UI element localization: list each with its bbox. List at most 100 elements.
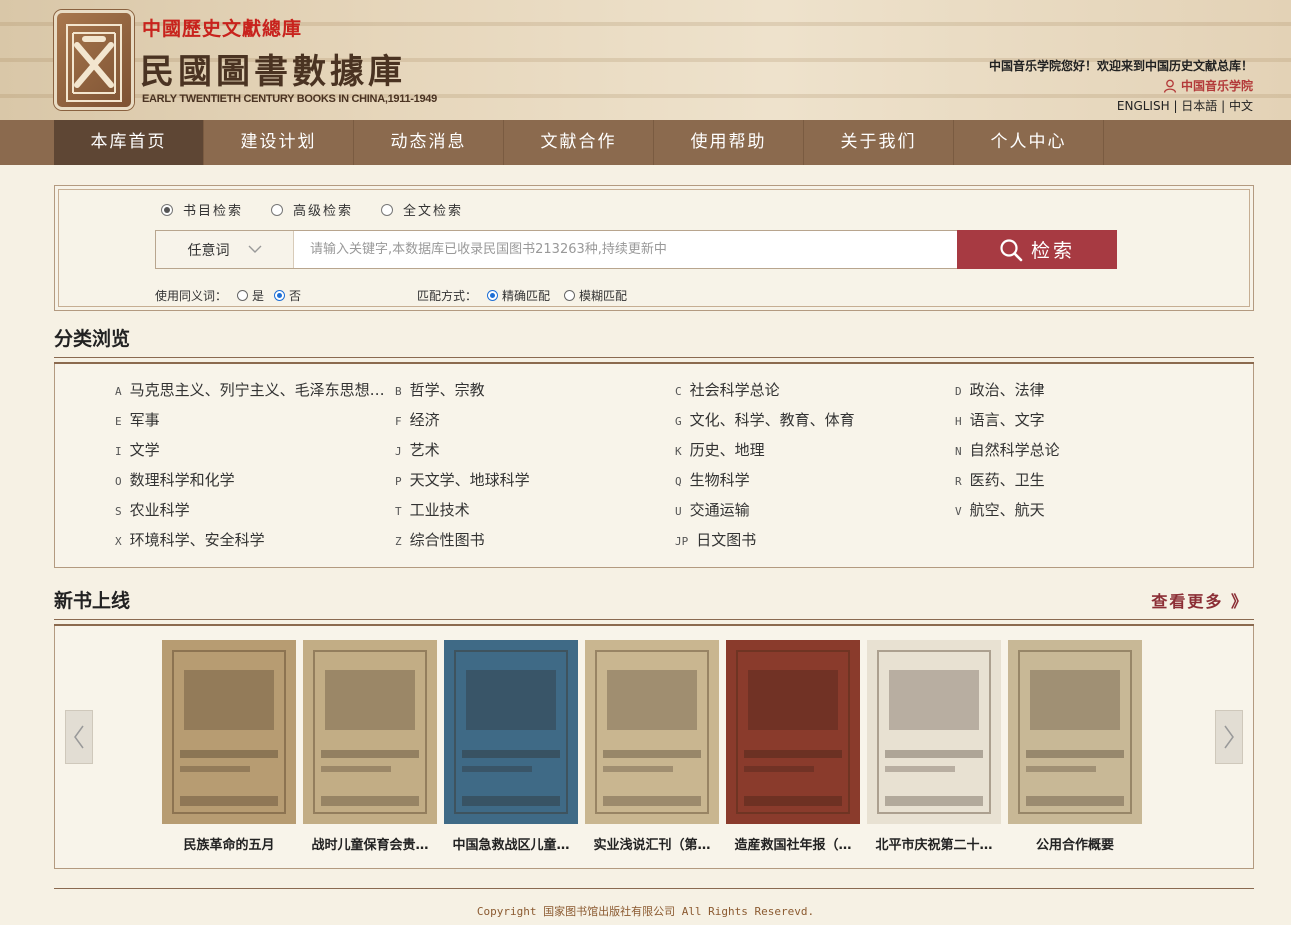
book-title[interactable]: 中国急救战区儿童… <box>444 834 578 853</box>
category-code: U <box>675 505 682 518</box>
category-item[interactable]: O 数理科学和化学 <box>115 469 385 499</box>
category-item[interactable]: I 文学 <box>115 439 385 469</box>
category-section-title: 分类浏览 <box>54 328 131 350</box>
nav-help[interactable]: 使用帮助 <box>654 120 804 165</box>
category-code: S <box>115 505 122 518</box>
mode-fulltext-radio[interactable]: 全文检索 <box>381 200 463 219</box>
category-label: 艺术 <box>409 441 440 459</box>
book-card[interactable]: 中国急救战区儿童… <box>444 640 578 853</box>
book-title[interactable]: 民族革命的五月 <box>162 834 296 853</box>
user-link[interactable]: 中国音乐学院 <box>1163 77 1253 94</box>
category-code: C <box>675 385 682 398</box>
match-label: 匹配方式： <box>417 289 478 303</box>
category-item[interactable]: J 艺术 <box>395 439 665 469</box>
category-item[interactable]: Z 综合性图书 <box>395 529 665 559</box>
category-code: P <box>395 475 402 488</box>
site-subtitle-en: EARLY TWENTIETH CENTURY BOOKS IN CHINA,1… <box>142 93 437 105</box>
category-item[interactable]: C 社会科学总论 <box>675 379 945 409</box>
book-card[interactable]: 民族革命的五月 <box>162 640 296 853</box>
search-input[interactable] <box>294 231 957 268</box>
carousel-prev-button[interactable] <box>65 710 93 764</box>
view-more-link[interactable]: 查看更多 》 <box>1151 588 1249 612</box>
chevron-left-icon <box>74 725 84 749</box>
category-label: 经济 <box>409 411 440 429</box>
category-item[interactable]: G 文化、科学、教育、体育 <box>675 409 945 439</box>
book-card[interactable]: 实业浅说汇刊（第… <box>585 640 719 853</box>
book-title[interactable]: 北平市庆祝第二十… <box>867 834 1001 853</box>
category-code: V <box>955 505 962 518</box>
category-code: F <box>395 415 402 428</box>
category-item[interactable]: Q 生物科学 <box>675 469 945 499</box>
category-code: X <box>115 535 122 548</box>
book-card[interactable]: 北平市庆祝第二十… <box>867 640 1001 853</box>
site-logo[interactable] <box>54 10 134 110</box>
book-cover-image[interactable] <box>162 640 296 824</box>
category-code: G <box>675 415 682 428</box>
book-title[interactable]: 实业浅说汇刊（第… <box>585 834 719 853</box>
book-card[interactable]: 公用合作概要 <box>1008 640 1142 853</box>
category-label: 历史、地理 <box>689 441 765 459</box>
category-item[interactable]: N 自然科学总论 <box>955 439 1225 469</box>
search-scope-dropdown[interactable]: 任意词 <box>156 231 294 268</box>
nav-about[interactable]: 关于我们 <box>804 120 954 165</box>
category-item[interactable]: S 农业科学 <box>115 499 385 529</box>
lang-english-link[interactable]: ENGLISH <box>1117 99 1170 113</box>
category-label: 哲学、宗教 <box>409 381 485 399</box>
search-bar: 任意词 检索 <box>155 230 1117 269</box>
category-label: 政治、法律 <box>969 381 1045 399</box>
category-item[interactable]: E 军事 <box>115 409 385 439</box>
category-item[interactable]: B 哲学、宗教 <box>395 379 665 409</box>
mode-advanced-radio[interactable]: 高级检索 <box>271 200 353 219</box>
search-icon <box>1000 238 1023 261</box>
search-button[interactable]: 检索 <box>957 230 1117 269</box>
category-code: JP <box>675 535 689 548</box>
category-item[interactable]: U 交通运输 <box>675 499 945 529</box>
main-nav: 本库首页 建设计划 动态消息 文献合作 使用帮助 关于我们 个人中心 <box>0 120 1291 165</box>
carousel-next-button[interactable] <box>1215 710 1243 764</box>
category-item[interactable]: D 政治、法律 <box>955 379 1225 409</box>
book-cover-image[interactable] <box>303 640 437 824</box>
nav-home[interactable]: 本库首页 <box>54 120 204 165</box>
book-card[interactable]: 造産救国社年报（… <box>726 640 860 853</box>
category-label: 数理科学和化学 <box>129 471 235 489</box>
user-name: 中国音乐学院 <box>1180 79 1253 93</box>
synonym-no-radio[interactable] <box>274 290 286 301</box>
category-item[interactable]: A 马克思主义、列宁主义、毛泽东思想… <box>115 379 385 409</box>
lang-japanese-link[interactable]: 日本語 <box>1181 99 1217 113</box>
nav-news[interactable]: 动态消息 <box>354 120 504 165</box>
category-item[interactable]: H 语言、文字 <box>955 409 1225 439</box>
category-item[interactable]: T 工业技术 <box>395 499 665 529</box>
category-item[interactable]: R 医药、卫生 <box>955 469 1225 499</box>
search-mode-group: 书目检索 高级检索 全文检索 <box>161 200 463 219</box>
book-cover-image[interactable] <box>867 640 1001 824</box>
nav-personal-center[interactable]: 个人中心 <box>954 120 1104 165</box>
book-cover-image[interactable] <box>444 640 578 824</box>
category-item[interactable]: K 历史、地理 <box>675 439 945 469</box>
category-item[interactable]: F 经济 <box>395 409 665 439</box>
category-label: 马克思主义、列宁主义、毛泽东思想… <box>129 381 385 399</box>
book-cover-image[interactable] <box>1008 640 1142 824</box>
book-title[interactable]: 战时儿童保育会贵… <box>303 834 437 853</box>
category-code: E <box>115 415 122 428</box>
category-item[interactable]: X 环境科学、安全科学 <box>115 529 385 559</box>
category-code: Q <box>675 475 682 488</box>
mode-catalog-radio[interactable]: 书目检索 <box>161 200 243 219</box>
book-title[interactable]: 造産救国社年报（… <box>726 834 860 853</box>
synonym-yes-radio[interactable] <box>237 290 249 301</box>
match-exact-radio[interactable] <box>487 290 499 301</box>
book-card[interactable]: 战时儿童保育会贵… <box>303 640 437 853</box>
chevron-right-icon <box>1224 725 1234 749</box>
nav-construction-plan[interactable]: 建设计划 <box>204 120 354 165</box>
book-title[interactable]: 公用合作概要 <box>1008 834 1142 853</box>
category-item[interactable]: V 航空、航天 <box>955 499 1225 529</box>
match-fuzzy-radio[interactable] <box>564 290 576 301</box>
category-item[interactable]: P 天文学、地球科学 <box>395 469 665 499</box>
nav-cooperation[interactable]: 文献合作 <box>504 120 654 165</box>
category-label: 综合性图书 <box>409 531 485 549</box>
category-label: 自然科学总论 <box>969 441 1060 459</box>
book-cover-image[interactable] <box>585 640 719 824</box>
book-cover-image[interactable] <box>726 640 860 824</box>
category-item[interactable]: JP 日文图书 <box>675 529 945 559</box>
lang-chinese-link[interactable]: 中文 <box>1229 99 1253 113</box>
search-panel: 书目检索 高级检索 全文检索 任意词 检索 使用同义词： 是 否 匹配方式： 精… <box>54 185 1254 311</box>
